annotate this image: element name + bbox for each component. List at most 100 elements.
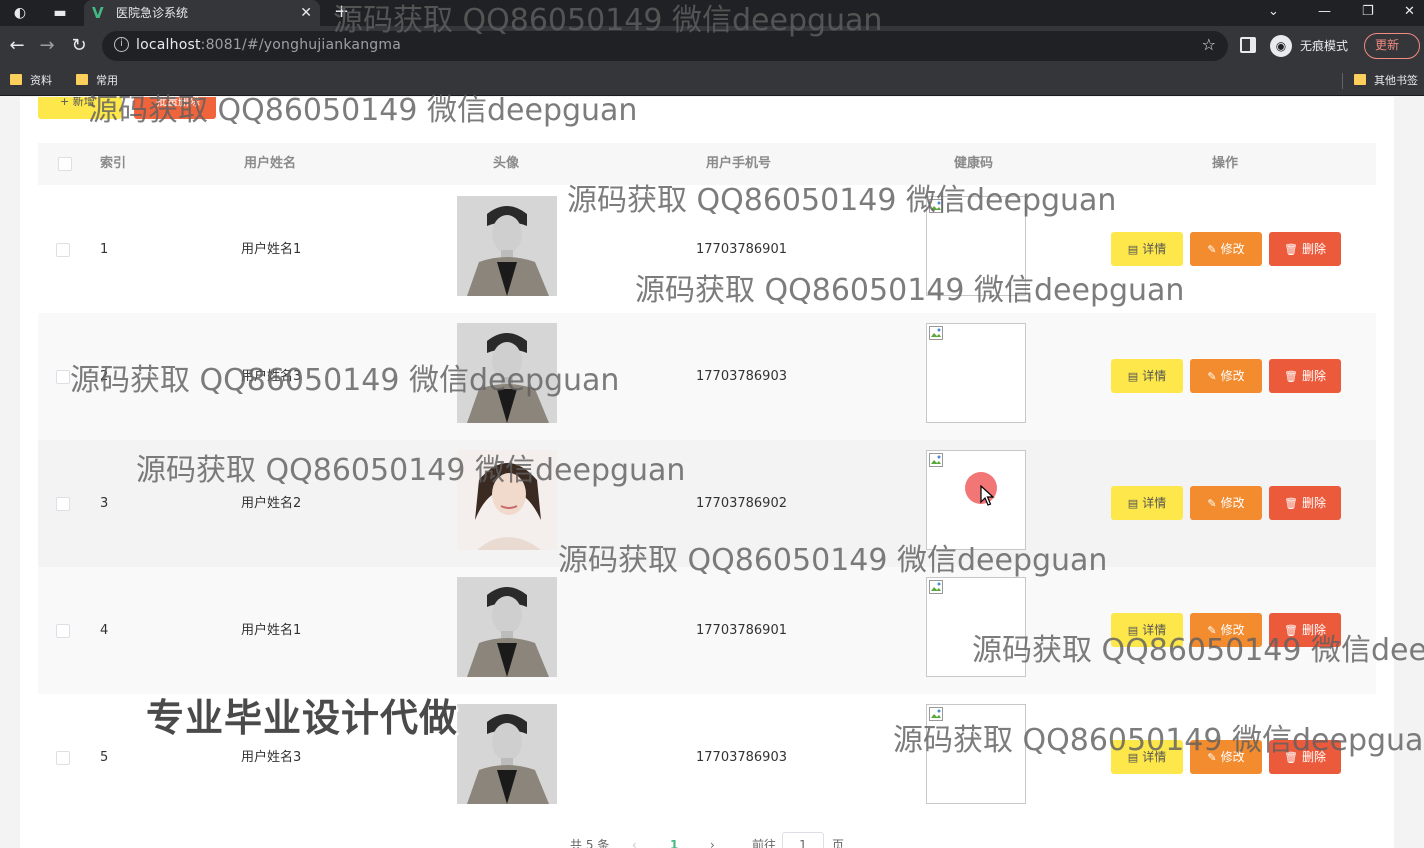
browser-menu-icon[interactable]: ◐ bbox=[10, 3, 30, 23]
row-name: 用户姓名3 bbox=[241, 369, 302, 384]
delete-button[interactable]: 🗑 删除 bbox=[1269, 486, 1341, 520]
bookmark-label: 常用 bbox=[96, 74, 118, 87]
tab-title: 医院急诊系统 bbox=[116, 6, 189, 20]
row-phone: 17703786901 bbox=[696, 623, 787, 638]
pencil-icon: ✎ bbox=[1207, 751, 1217, 764]
add-button[interactable]: + 新增 bbox=[38, 97, 122, 119]
document-icon: ▤ bbox=[1127, 497, 1139, 510]
reload-icon[interactable]: ↻ bbox=[68, 35, 90, 57]
close-window-icon[interactable]: ✕ bbox=[1404, 3, 1415, 21]
incognito-icon: ◉ bbox=[1270, 35, 1292, 57]
detail-label: 详情 bbox=[1142, 623, 1167, 637]
tab-close-icon[interactable]: ✕ bbox=[300, 4, 312, 22]
avatar bbox=[457, 323, 557, 423]
side-panel-icon[interactable] bbox=[1240, 37, 1256, 53]
row-checkbox[interactable] bbox=[56, 370, 70, 384]
other-bookmarks-folder[interactable]: 其他书签 bbox=[1354, 72, 1418, 90]
url-text: localhost:8081/#/yonghujiankangma bbox=[136, 37, 401, 54]
pagination-total: 共 5 条 bbox=[570, 838, 610, 848]
edit-label: 修改 bbox=[1220, 369, 1245, 383]
row-index: 5 bbox=[100, 750, 109, 765]
row-checkbox[interactable] bbox=[56, 624, 70, 638]
batch-delete-button[interactable]: 批量删除 bbox=[134, 97, 216, 119]
detail-label: 详情 bbox=[1142, 750, 1167, 764]
row-checkbox[interactable] bbox=[56, 243, 70, 257]
page-number-current[interactable]: 1 bbox=[670, 836, 678, 848]
delete-button[interactable]: 🗑 删除 bbox=[1269, 613, 1341, 647]
document-icon: ▤ bbox=[1127, 624, 1139, 637]
trash-icon: 🗑 bbox=[1284, 370, 1298, 383]
health-code-image bbox=[926, 323, 1026, 423]
bookmark-label: 其他书签 bbox=[1374, 74, 1418, 87]
bookmark-folder-ziliao[interactable]: 资料 bbox=[10, 72, 52, 90]
edit-button[interactable]: ✎ 修改 bbox=[1190, 486, 1262, 520]
edit-button[interactable]: ✎ 修改 bbox=[1190, 613, 1262, 647]
address-bar[interactable]: i localhost:8081/#/yonghujiankangma ☆ bbox=[102, 31, 1228, 61]
delete-label: 删除 bbox=[1301, 623, 1326, 637]
th-avatar: 头像 bbox=[493, 156, 520, 171]
broken-image-icon bbox=[929, 580, 943, 594]
avatar bbox=[457, 577, 557, 677]
update-button[interactable]: 更新 bbox=[1364, 33, 1420, 59]
minimize-icon[interactable]: — bbox=[1318, 3, 1331, 21]
prev-page-icon[interactable]: ‹ bbox=[632, 836, 637, 848]
edit-label: 修改 bbox=[1220, 496, 1245, 510]
mouse-cursor-icon bbox=[980, 485, 995, 506]
avatar bbox=[457, 704, 557, 804]
detail-button[interactable]: ▤ 详情 bbox=[1111, 613, 1183, 647]
detail-button[interactable]: ▤ 详情 bbox=[1111, 359, 1183, 393]
row-index: 1 bbox=[100, 242, 109, 257]
table-row: 3 用户姓名2 17703786902 ▤ 详情 ✎ 修改 🗑 删除 bbox=[38, 440, 1376, 567]
incognito-label: 无痕模式 bbox=[1300, 39, 1349, 53]
browser-tab[interactable]: V 医院急诊系统 ✕ bbox=[84, 0, 320, 26]
edit-button[interactable]: ✎ 修改 bbox=[1190, 740, 1262, 774]
goto-label: 前往 bbox=[752, 838, 777, 848]
delete-label: 删除 bbox=[1301, 496, 1326, 510]
delete-button[interactable]: 🗑 删除 bbox=[1269, 740, 1341, 774]
document-icon: ▤ bbox=[1127, 751, 1139, 764]
site-info-icon[interactable]: i bbox=[114, 37, 129, 52]
document-icon: ▤ bbox=[1127, 243, 1139, 256]
new-tab-icon[interactable]: + bbox=[334, 1, 349, 23]
edit-button[interactable]: ✎ 修改 bbox=[1190, 359, 1262, 393]
th-health-code: 健康码 bbox=[954, 156, 994, 171]
back-icon[interactable]: ← bbox=[6, 35, 28, 57]
th-name: 用户姓名 bbox=[244, 156, 297, 171]
broken-image-icon bbox=[929, 199, 943, 213]
folder-icon bbox=[10, 74, 22, 85]
delete-button[interactable]: 🗑 删除 bbox=[1269, 232, 1341, 266]
row-name: 用户姓名3 bbox=[241, 750, 302, 765]
th-actions: 操作 bbox=[1212, 156, 1239, 171]
th-index: 索引 bbox=[100, 156, 127, 171]
edit-label: 修改 bbox=[1220, 242, 1245, 256]
detail-button[interactable]: ▤ 详情 bbox=[1111, 486, 1183, 520]
row-checkbox[interactable] bbox=[56, 751, 70, 765]
bookmark-folder-changyong[interactable]: 常用 bbox=[76, 72, 118, 90]
row-index: 3 bbox=[100, 496, 109, 511]
tab-list-chevron-icon[interactable]: ⌄ bbox=[1268, 3, 1279, 21]
browser-toolbar: ← → ↻ i localhost:8081/#/yonghujiankangm… bbox=[0, 26, 1424, 66]
bookmark-label: 资料 bbox=[30, 74, 52, 87]
row-name: 用户姓名1 bbox=[241, 623, 302, 638]
forward-icon[interactable]: → bbox=[36, 35, 58, 57]
trash-icon: 🗑 bbox=[1284, 497, 1298, 510]
broken-image-icon bbox=[929, 707, 943, 721]
restore-icon[interactable]: ❐ bbox=[1362, 3, 1374, 21]
bookmark-star-icon[interactable]: ☆ bbox=[1202, 35, 1216, 55]
select-all-checkbox[interactable] bbox=[58, 157, 72, 171]
delete-button[interactable]: 🗑 删除 bbox=[1269, 359, 1341, 393]
edit-button[interactable]: ✎ 修改 bbox=[1190, 232, 1262, 266]
edit-label: 修改 bbox=[1220, 623, 1245, 637]
folder-icon bbox=[1354, 74, 1366, 85]
detail-button[interactable]: ▤ 详情 bbox=[1111, 740, 1183, 774]
pencil-icon: ✎ bbox=[1207, 370, 1217, 383]
next-page-icon[interactable]: › bbox=[710, 836, 715, 848]
row-checkbox[interactable] bbox=[56, 497, 70, 511]
goto-page-input[interactable]: 1 bbox=[782, 832, 824, 848]
th-phone: 用户手机号 bbox=[706, 156, 772, 171]
tab-search-icon[interactable]: ▬ bbox=[50, 3, 70, 23]
detail-button[interactable]: ▤ 详情 bbox=[1111, 232, 1183, 266]
detail-label: 详情 bbox=[1142, 242, 1167, 256]
row-index: 2 bbox=[100, 369, 109, 384]
delete-label: 删除 bbox=[1301, 750, 1326, 764]
